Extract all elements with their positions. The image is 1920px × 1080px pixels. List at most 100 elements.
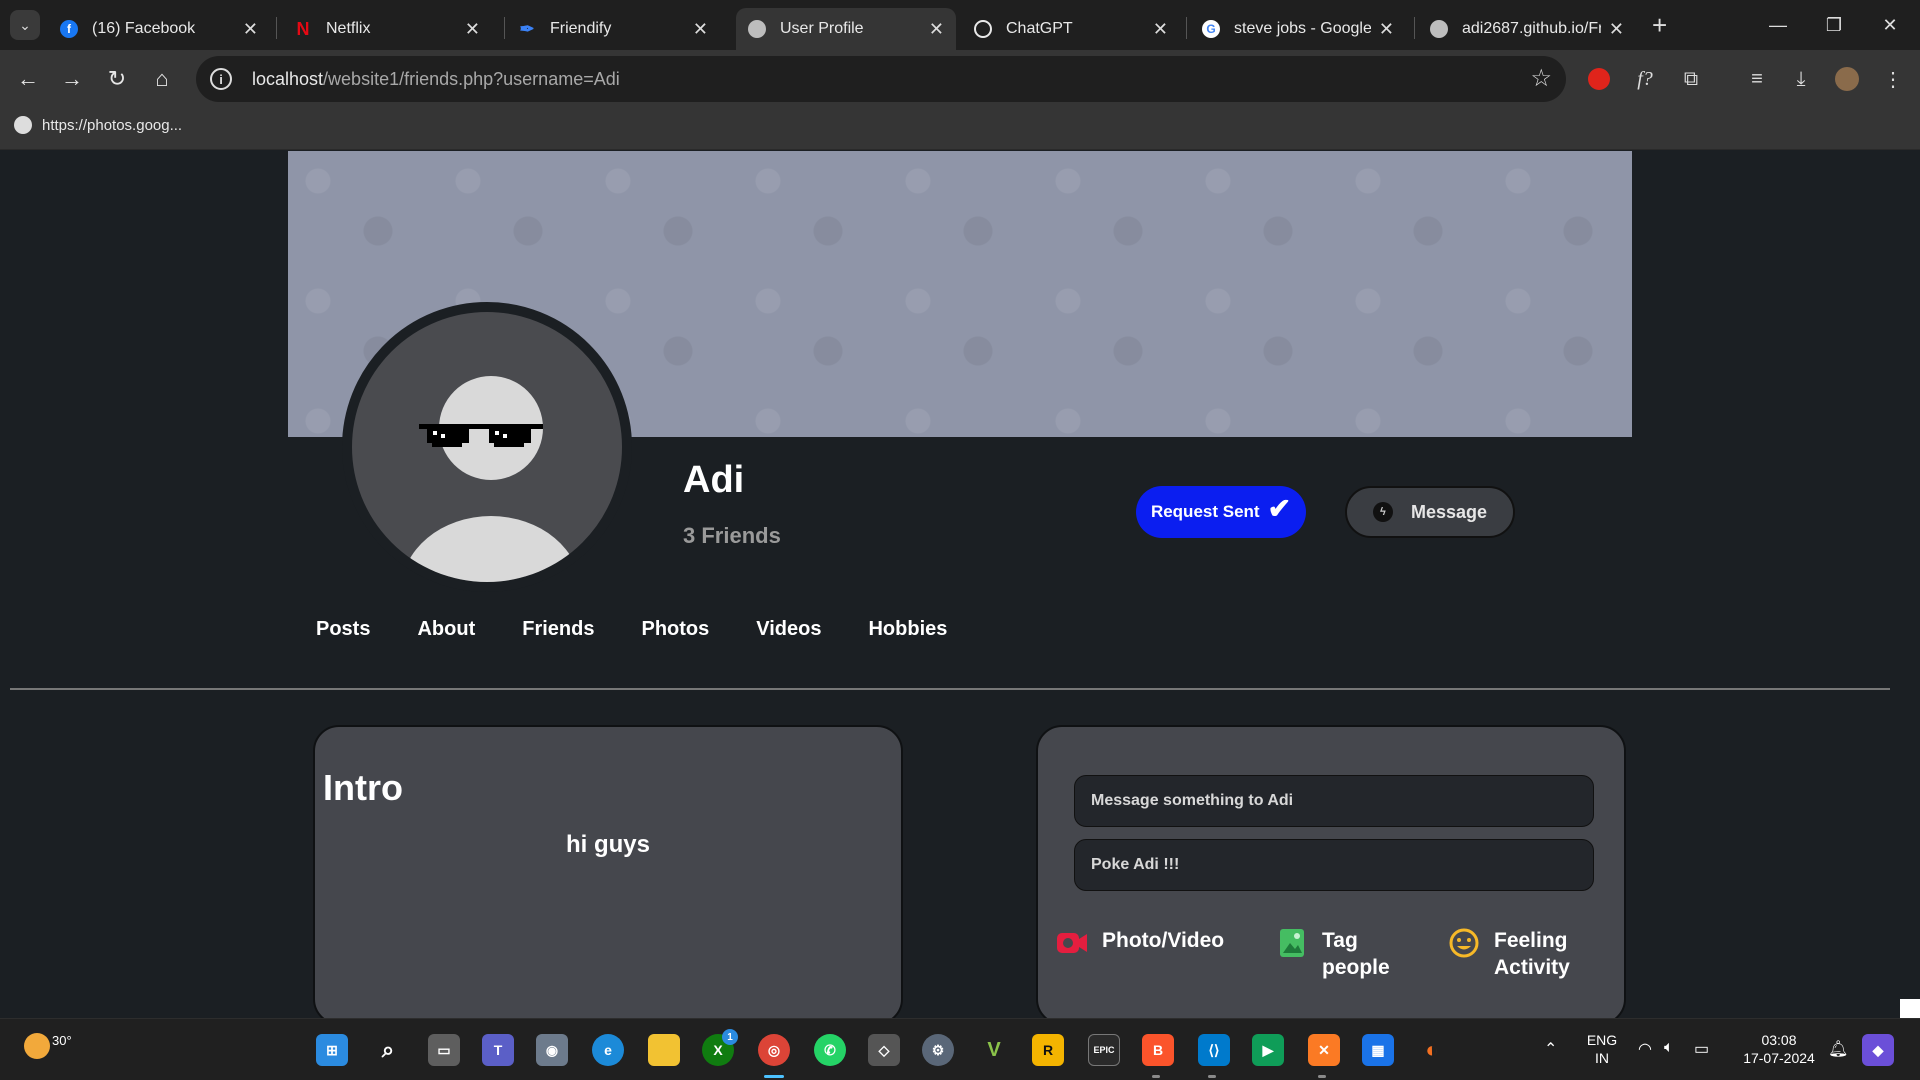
- vim-icon[interactable]: V: [978, 1034, 1010, 1066]
- formula-extension-icon[interactable]: f?: [1628, 62, 1662, 96]
- calendar-icon[interactable]: ▦: [1362, 1034, 1394, 1066]
- language-indicator[interactable]: ENG IN: [1582, 1031, 1622, 1067]
- extensions-puzzle-icon[interactable]: ⧉: [1674, 62, 1708, 96]
- chevron-up-icon[interactable]: ⌃: [1544, 1039, 1557, 1059]
- eclipse-icon[interactable]: ◐: [1416, 1034, 1448, 1066]
- whatsapp-icon[interactable]: ✆: [814, 1034, 846, 1066]
- download-icon[interactable]: ⤓: [1784, 62, 1818, 96]
- tab-search-button[interactable]: ⌄: [10, 10, 40, 40]
- bookmark-photos[interactable]: https://photos.goog...: [14, 116, 182, 134]
- site-info-icon[interactable]: i: [210, 68, 232, 90]
- scrollbar-thumb[interactable]: [1900, 999, 1920, 1018]
- kebab-menu-icon[interactable]: ⋮: [1876, 62, 1910, 96]
- messenger-icon: ϟ: [1372, 502, 1393, 522]
- feeling-label-line1: Feeling: [1494, 929, 1568, 952]
- new-tab-button[interactable]: +: [1652, 10, 1667, 40]
- message-input[interactable]: [1074, 775, 1594, 827]
- weather-temp: 30°: [52, 1033, 72, 1048]
- edge-icon[interactable]: e: [592, 1034, 624, 1066]
- reload-icon[interactable]: ↻: [99, 62, 135, 96]
- poke-input[interactable]: [1074, 839, 1594, 891]
- nav-hobbies[interactable]: Hobbies: [868, 618, 947, 641]
- unity-icon[interactable]: ◇: [868, 1034, 900, 1066]
- xampp-icon[interactable]: ✕: [1308, 1034, 1340, 1066]
- minimize-icon[interactable]: —: [1758, 8, 1798, 42]
- tab-google-search[interactable]: G steve jobs - Google S ✕: [1190, 8, 1406, 50]
- google-icon: G: [1202, 20, 1220, 38]
- wifi-icon[interactable]: ◠: [1638, 1039, 1652, 1059]
- close-icon[interactable]: ✕: [1153, 19, 1168, 40]
- photo-video-action[interactable]: Photo/Video: [1056, 927, 1224, 959]
- teams-icon[interactable]: T: [482, 1034, 514, 1066]
- post-composer-card: Photo/Video Tag people Feeling Activity: [1036, 725, 1626, 1018]
- tab-github-page[interactable]: adi2687.github.io/Fri ✕: [1418, 8, 1636, 50]
- clock[interactable]: 03:08 17-07-2024: [1734, 1031, 1824, 1067]
- close-icon[interactable]: ✕: [693, 19, 708, 40]
- media-controls-icon[interactable]: ≡: [1740, 62, 1774, 96]
- address-bar[interactable]: i localhost/website1/friends.php?usernam…: [196, 56, 1566, 102]
- friends-count[interactable]: 3 Friends: [683, 523, 781, 549]
- task-view-icon[interactable]: ▭: [428, 1034, 460, 1066]
- close-icon[interactable]: ✕: [465, 19, 480, 40]
- epic-games-icon[interactable]: EPIC: [1088, 1034, 1120, 1066]
- settings-gear-icon[interactable]: ⚙: [922, 1034, 954, 1066]
- tab-user-profile[interactable]: User Profile ✕: [736, 8, 956, 50]
- back-icon[interactable]: ←: [10, 62, 46, 96]
- tab-netflix[interactable]: N Netflix ✕: [282, 8, 492, 50]
- copilot-icon[interactable]: ◆: [1862, 1034, 1894, 1066]
- chevron-down-icon: ⌄: [19, 16, 31, 33]
- close-icon[interactable]: ✕: [929, 19, 944, 40]
- tab-title: Friendify: [550, 20, 612, 37]
- pixel-sunglasses-icon: [419, 424, 543, 447]
- profile-name: Adi: [683, 459, 745, 501]
- search-icon[interactable]: ⌕: [372, 1034, 404, 1066]
- xbox-badge: 1: [722, 1029, 738, 1045]
- globe-icon: [1430, 20, 1448, 38]
- close-icon[interactable]: ✕: [1609, 19, 1624, 40]
- file-explorer-icon[interactable]: [648, 1034, 680, 1066]
- battery-icon[interactable]: ▭: [1694, 1039, 1709, 1059]
- weather-widget[interactable]: 30°: [24, 1033, 72, 1059]
- camera-icon[interactable]: ◉: [536, 1034, 568, 1066]
- close-icon[interactable]: ✕: [243, 19, 258, 40]
- nav-photos[interactable]: Photos: [641, 618, 709, 641]
- tag-label-line1: Tag: [1322, 929, 1358, 952]
- volume-icon[interactable]: 🔈︎: [1664, 1039, 1674, 1057]
- brave-icon[interactable]: B: [1142, 1034, 1174, 1066]
- forward-icon[interactable]: →: [54, 62, 90, 96]
- tag-people-action[interactable]: Tag people: [1276, 927, 1390, 981]
- chrome-icon[interactable]: ◎: [758, 1034, 790, 1066]
- tab-friendify[interactable]: ✒ Friendify ✕: [506, 8, 720, 50]
- video-camera-icon: [1056, 927, 1088, 959]
- home-icon[interactable]: ⌂: [144, 62, 180, 96]
- intro-bio: hi guys: [565, 831, 650, 858]
- rockstar-icon[interactable]: R: [1032, 1034, 1064, 1066]
- nav-videos[interactable]: Videos: [756, 618, 821, 641]
- windows-start-icon[interactable]: ⊞: [316, 1034, 348, 1066]
- profile-avatar[interactable]: [1830, 62, 1864, 96]
- nav-friends[interactable]: Friends: [522, 618, 594, 641]
- play-games-icon[interactable]: ▶: [1252, 1034, 1284, 1066]
- tab-title: Netflix: [326, 20, 371, 37]
- vscode-icon[interactable]: ⟨⟩: [1198, 1034, 1230, 1066]
- nav-posts[interactable]: Posts: [316, 618, 370, 641]
- weather-cloud-sun-icon: [24, 1033, 50, 1059]
- message-button[interactable]: ϟ Message: [1345, 486, 1515, 538]
- extension-red-icon[interactable]: [1582, 62, 1616, 96]
- friendify-icon: ✒: [519, 18, 535, 39]
- restore-icon[interactable]: ❐: [1814, 8, 1854, 42]
- request-sent-button[interactable]: Request Sent ✔: [1136, 486, 1306, 538]
- bookmark-star-icon[interactable]: ☆: [1530, 64, 1552, 93]
- url-path: /website1/friends.php?username=Adi: [323, 68, 620, 89]
- tab-chatgpt[interactable]: ChatGPT ✕: [962, 8, 1180, 50]
- xampp-running-indicator: [1318, 1075, 1326, 1078]
- feeling-activity-action[interactable]: Feeling Activity: [1448, 927, 1570, 981]
- tab-facebook[interactable]: f (16) Facebook ✕: [48, 8, 270, 50]
- request-sent-label: Request Sent: [1150, 502, 1260, 521]
- close-icon[interactable]: ✕: [1379, 19, 1394, 40]
- url-text[interactable]: localhost/website1/friends.php?username=…: [252, 69, 620, 90]
- window-close-icon[interactable]: ✕: [1870, 8, 1910, 42]
- intro-title: Intro: [323, 767, 403, 808]
- notification-bell-icon[interactable]: 🔔︎: [1828, 1039, 1848, 1059]
- nav-about[interactable]: About: [417, 618, 475, 641]
